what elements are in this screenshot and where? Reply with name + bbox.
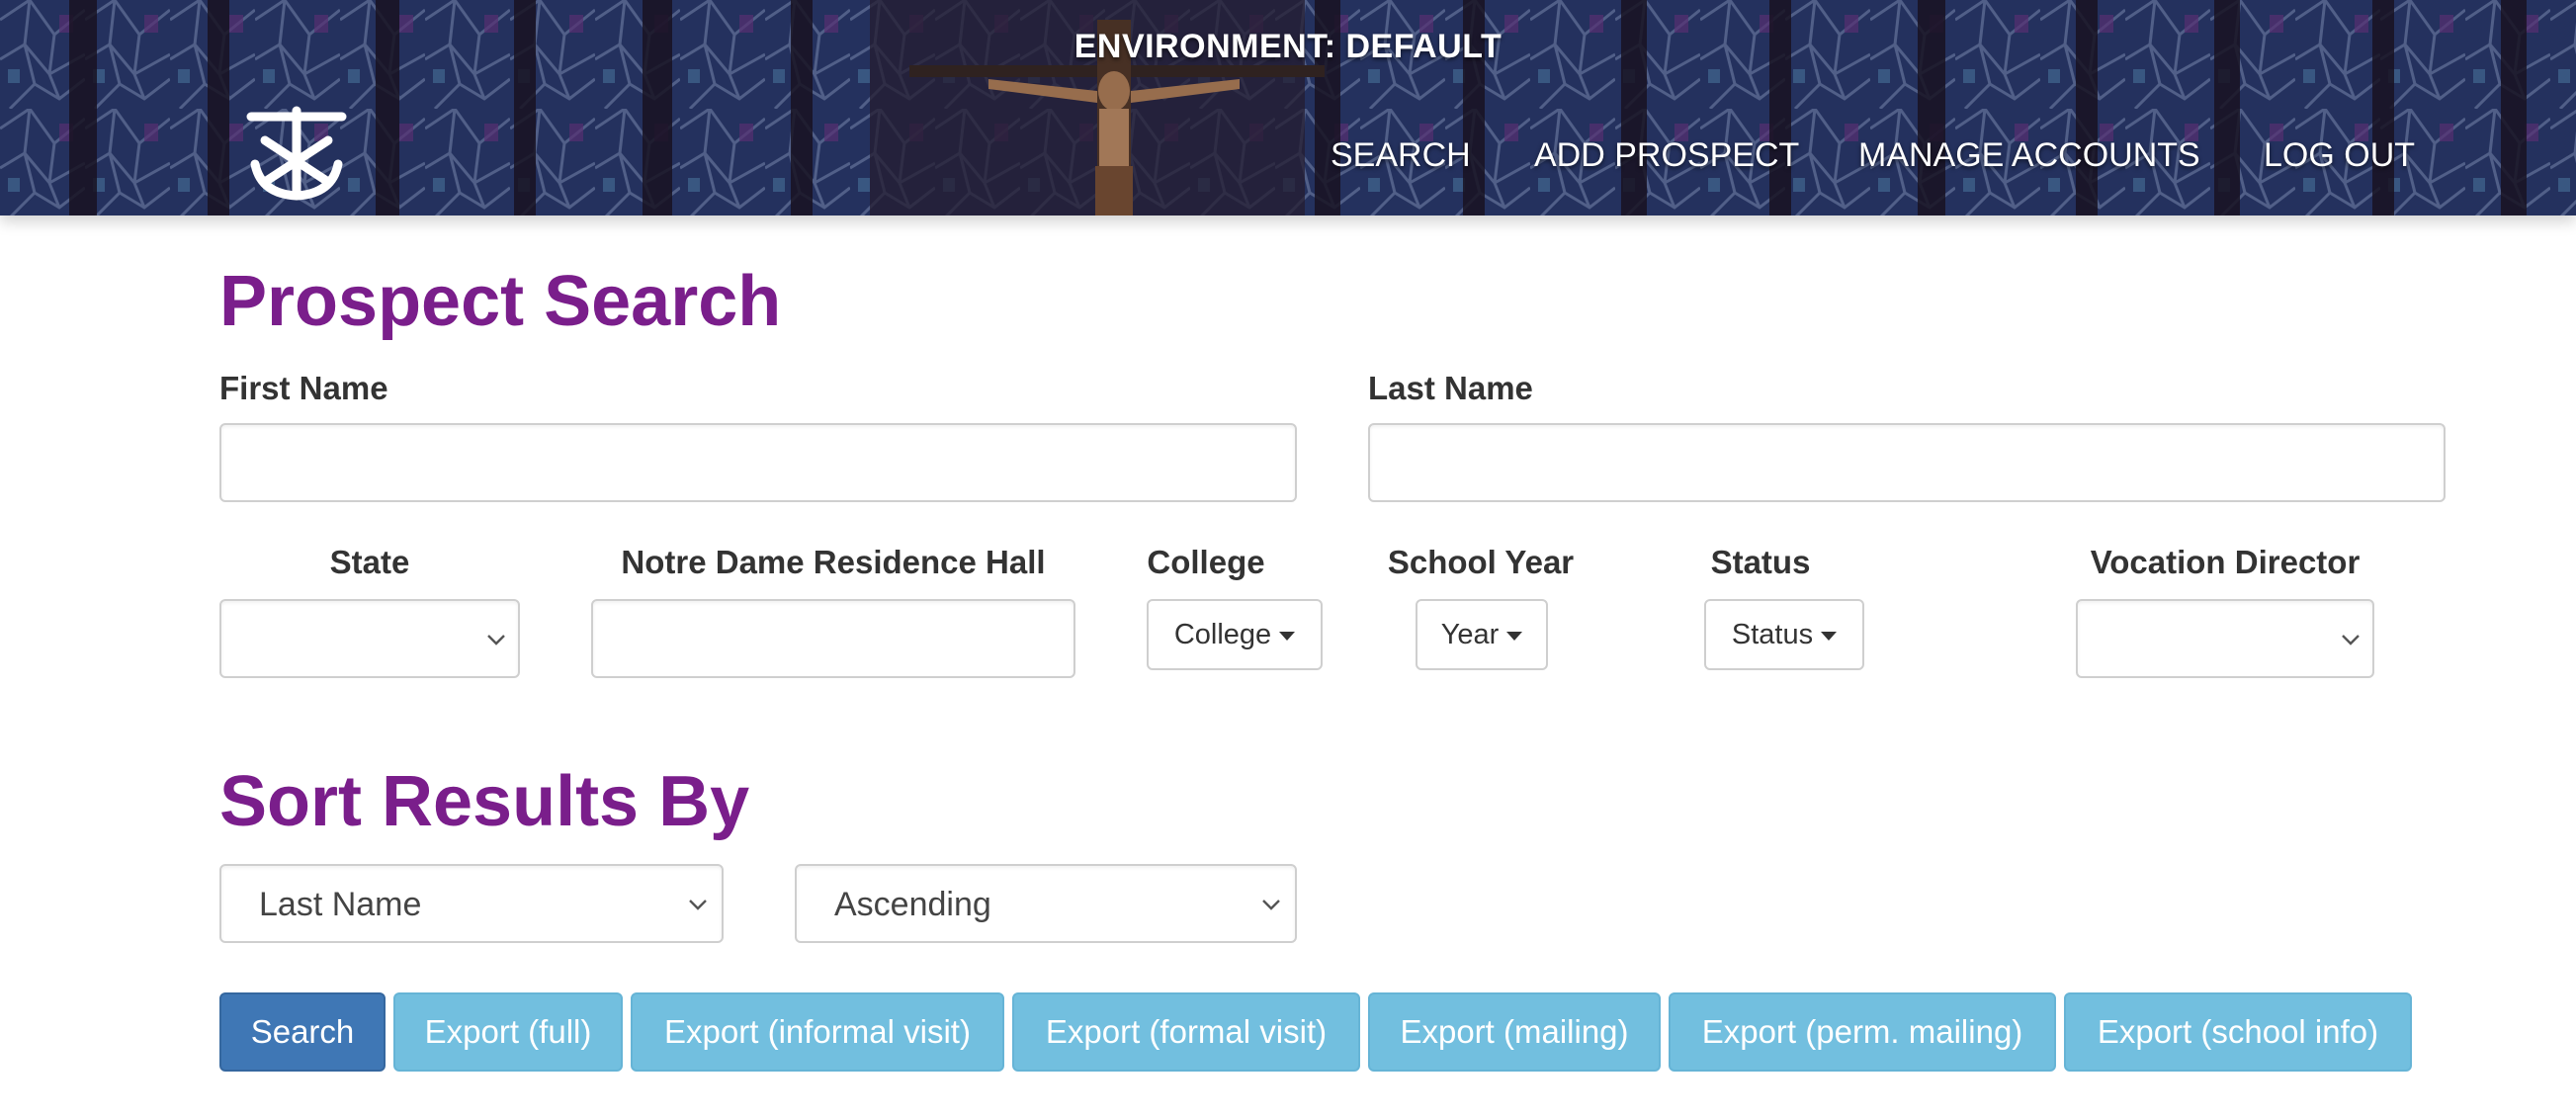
export-informal-visit-button[interactable]: Export (informal visit) [631,992,1004,1072]
college-button-label: College [1173,618,1272,650]
residence-hall-label: Notre Dame Residence Hall [621,544,1046,580]
school-year-button-label: Year [1440,618,1500,650]
college-label: College [1147,544,1265,580]
export-formal-visit-button[interactable]: Export (formal visit) [1012,992,1360,1072]
chevron-down-icon [689,900,707,910]
nav-log-out[interactable]: LOG OUT [2264,136,2415,175]
college-dropdown-button[interactable]: College [1147,599,1323,670]
school-year-dropdown-button[interactable]: Year [1416,599,1548,670]
export-perm-mailing-button[interactable]: Export (perm. mailing) [1669,992,2056,1072]
first-name-input[interactable] [219,423,1297,502]
status-dropdown-button[interactable]: Status [1704,599,1864,670]
export-mailing-button[interactable]: Export (mailing) [1368,992,1661,1072]
last-name-label: Last Name [1368,370,1533,406]
sort-title: Sort Results By [219,762,750,841]
state-label: State [329,544,410,580]
caret-down-icon [1506,632,1523,641]
export-school-info-button[interactable]: Export (school info) [2064,992,2412,1072]
cross-anchor-logo-icon[interactable] [241,103,352,202]
page-title: Prospect Search [219,262,782,341]
search-button[interactable]: Search [219,992,386,1072]
sort-field-value: Last Name [259,886,422,923]
status-button-label: Status [1731,618,1814,650]
chevron-down-icon [487,635,505,646]
sort-field-select[interactable]: Last Name [219,864,724,943]
vocation-director-label: Vocation Director [2090,544,2361,580]
export-full-button[interactable]: Export (full) [393,992,623,1072]
environment-label: ENVIRONMENT: DEFAULT [1073,28,1503,65]
last-name-input[interactable] [1368,423,2446,502]
site-header: ENVIRONMENT: DEFAULT SEARCH ADD PROSPECT… [0,0,2576,215]
school-year-label: School Year [1387,544,1575,580]
sort-order-select[interactable]: Ascending [795,864,1297,943]
chevron-down-icon [2342,635,2360,646]
status-label: Status [1710,544,1811,580]
nav-search[interactable]: SEARCH [1331,136,1471,175]
nav-add-prospect[interactable]: ADD PROSPECT [1534,136,1799,175]
sort-order-value: Ascending [834,886,991,923]
nav-manage-accounts[interactable]: MANAGE ACCOUNTS [1858,136,2200,175]
residence-hall-input[interactable] [591,599,1075,678]
caret-down-icon [1279,632,1296,641]
state-select[interactable] [219,599,520,678]
vocation-director-select[interactable] [2076,599,2374,678]
caret-down-icon [1821,632,1838,641]
first-name-label: First Name [219,370,388,406]
chevron-down-icon [1262,900,1280,910]
